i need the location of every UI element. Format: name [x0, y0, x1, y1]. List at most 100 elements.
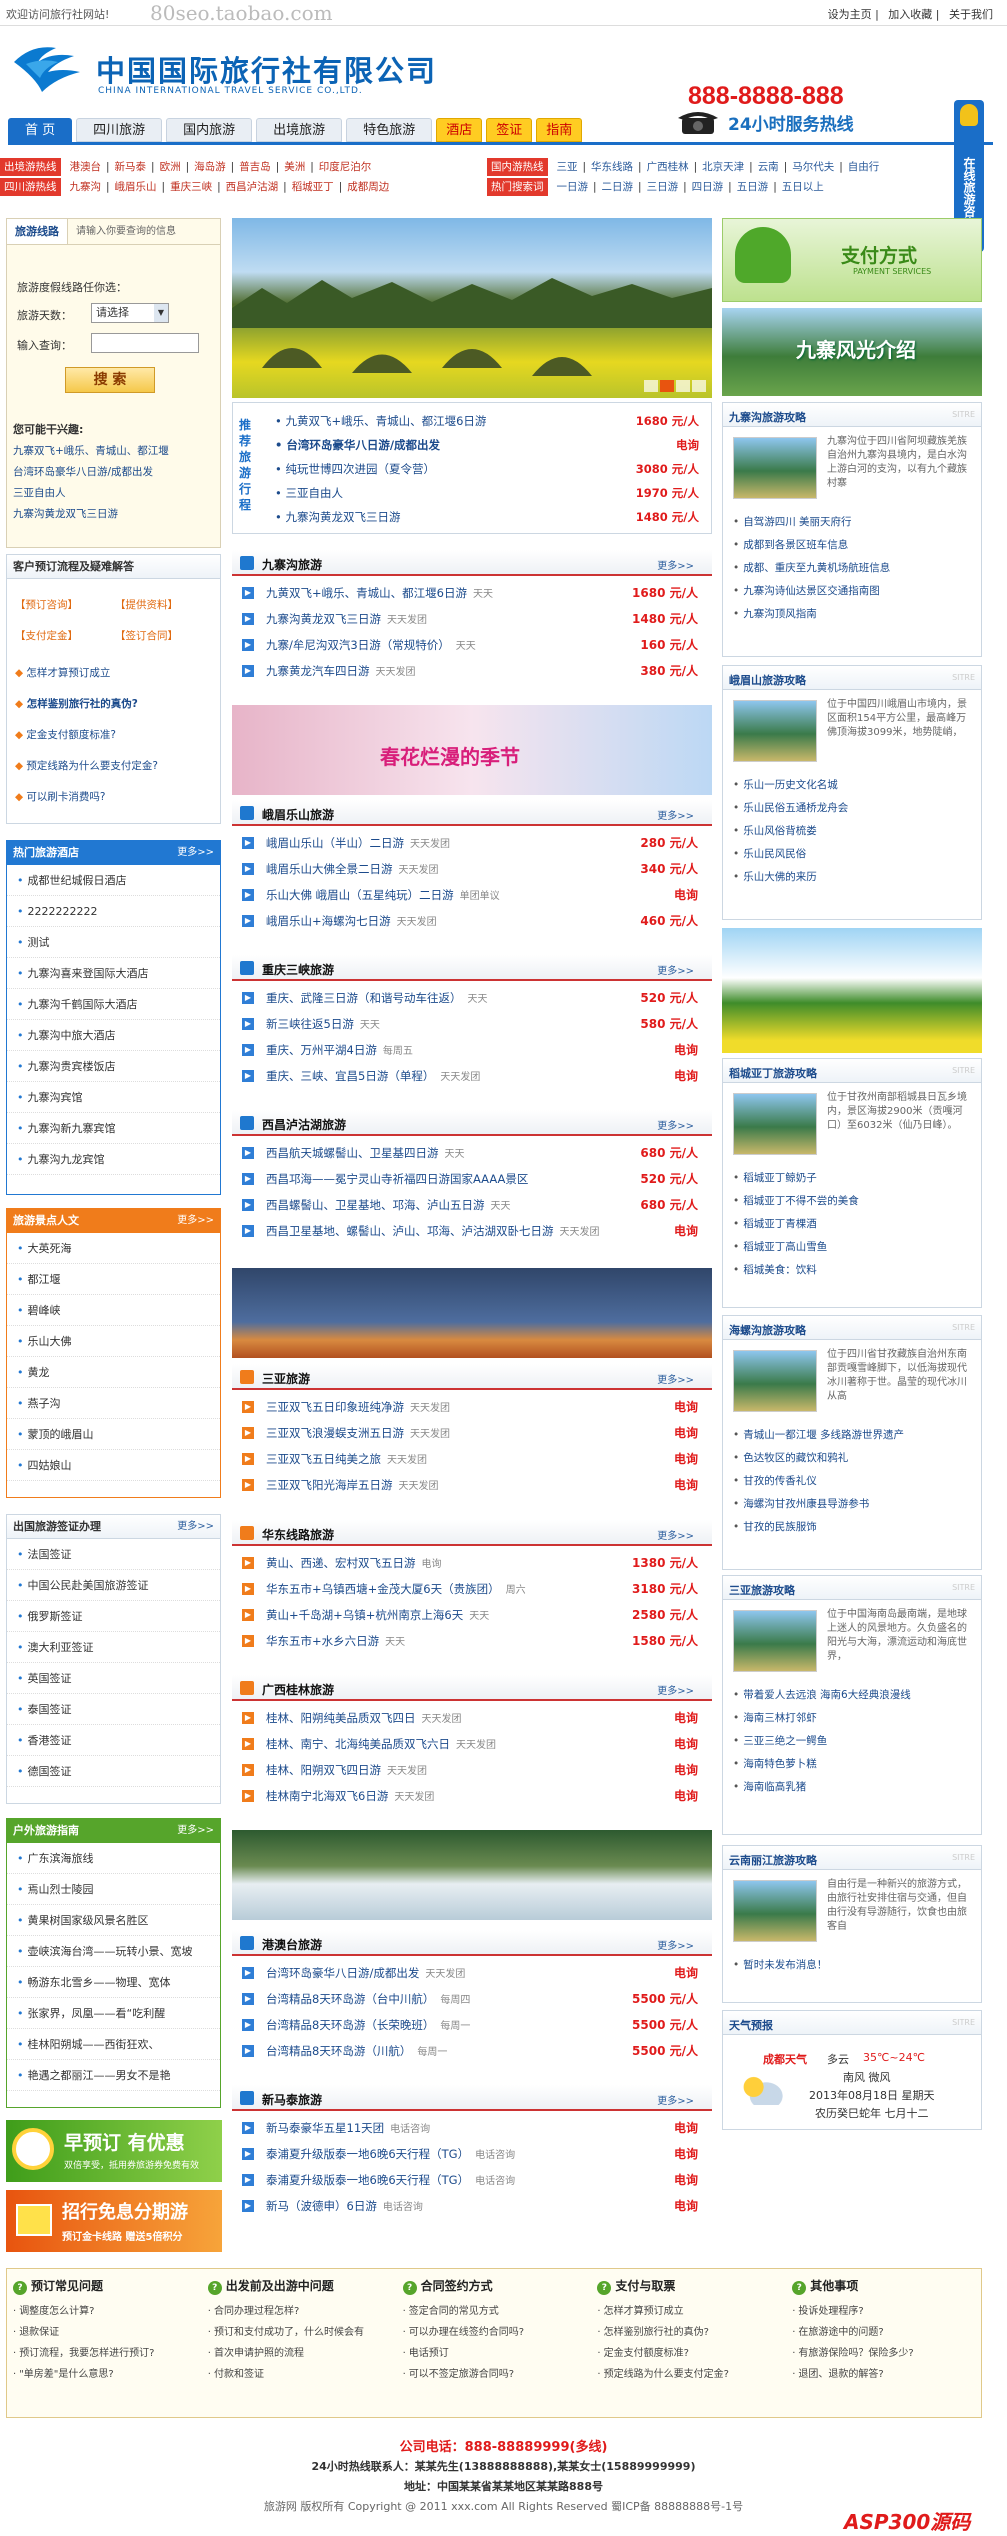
nav-special[interactable]: 特色旅游 — [346, 118, 433, 142]
guide-link[interactable]: 带着爱人去远浪 海南6大经典浪漫线 — [733, 1684, 973, 1707]
guide-link[interactable]: 乐山风俗背梳娄 — [733, 820, 973, 843]
guide-link[interactable]: 乐山大佛的来历 — [733, 866, 973, 889]
route-item[interactable]: ▶ 三亚双飞浪漫蜈支洲五日游 天天发团 电询 — [232, 1420, 712, 1446]
guide-link[interactable]: 三亚三绝之一鳄鱼 — [733, 1730, 973, 1753]
hero-banner[interactable] — [232, 218, 712, 398]
route-item[interactable]: ▶ 桂林、阳朔纯美品质双飞四日 天天发团 电询 — [232, 1705, 712, 1731]
interest-item[interactable]: 九寨沟黄龙双飞三日游 — [13, 504, 169, 525]
faq-item[interactable]: ◆ 怎样才算预订成立 — [15, 665, 215, 696]
hot-link[interactable]: 三亚 — [557, 158, 578, 176]
guide-photo[interactable] — [733, 1880, 817, 1942]
route-item[interactable]: ▶ 九黄双飞+峨乐、青城山、都江堰6日游 天天 1680 元/人 — [232, 580, 712, 606]
route-item[interactable]: ▶ 峨眉乐山大佛全景二日游 天天发团 340 元/人 — [232, 856, 712, 882]
tab-query[interactable]: 请输入你要查询的信息 — [68, 219, 184, 244]
days-select[interactable]: 请选择 ▼ — [91, 303, 169, 323]
section-more[interactable]: 更多>> — [657, 807, 694, 822]
hot-link[interactable]: 马尔代夫 — [792, 158, 834, 176]
hotel-item[interactable]: 九寨沟宾馆 — [7, 1082, 220, 1113]
route-item[interactable]: ▶ 台湾精品8天环岛游（台中川航） 每周四 5500 元/人 — [232, 1986, 712, 2012]
guide-link[interactable]: 青城山一都江堰 多线路游世界遗产 — [733, 1424, 973, 1447]
outdoor-item[interactable]: 艳遇之都丽江——男女不是艳 — [7, 2060, 220, 2091]
scenery-item[interactable]: 蒙顶的峨眉山 — [7, 1419, 220, 1450]
guide-link[interactable]: 自驾游四川 美丽天府行 — [733, 511, 973, 534]
route-item[interactable]: ▶ 三亚双飞五日纯美之旅 天天发团 电询 — [232, 1446, 712, 1472]
hot-link[interactable]: 广西桂林 — [647, 158, 689, 176]
hot-link[interactable]: 华东线路 — [591, 158, 633, 176]
outdoor-item[interactable]: 桂林阳朔城——西街狂欢、 — [7, 2029, 220, 2060]
route-item[interactable]: ▶ 台湾环岛豪华八日游/成都出发 天天发团 电询 — [232, 1960, 712, 1986]
guide-link[interactable]: 九寨沟诗仙达景区交通指南图 — [733, 580, 973, 603]
guide-link[interactable]: 甘孜的民族服饰 — [733, 1516, 973, 1539]
route-item[interactable]: ▶ 黄山+千岛湖+乌镇+杭州南京上海6天 天天 2580 元/人 — [232, 1602, 712, 1628]
section-more[interactable]: 更多>> — [657, 1527, 694, 1542]
faq-link[interactable]: 签定合同的常见方式 — [403, 2301, 586, 2322]
visa-item[interactable]: 英国签证 — [7, 1663, 220, 1694]
faq-link[interactable]: 怎样才算预订成立 — [597, 2301, 780, 2322]
visa-item[interactable]: 澳大利亚签证 — [7, 1632, 220, 1663]
guide-link[interactable]: 稻城美食：饮料 — [733, 1259, 973, 1282]
hotel-item[interactable]: 测试 — [7, 927, 220, 958]
visa-item[interactable]: 俄罗斯签证 — [7, 1601, 220, 1632]
section-more[interactable]: 更多>> — [657, 962, 694, 977]
outdoor-item[interactable]: 黄果树国家级风景名胜区 — [7, 1905, 220, 1936]
nav-hotel[interactable]: 酒店 — [436, 118, 483, 142]
section-more[interactable]: 更多>> — [657, 1682, 694, 1697]
outdoor-item[interactable]: 广东滨海旅线 — [7, 1843, 220, 1874]
hot-link[interactable]: 海岛游 — [194, 158, 226, 176]
pager-dot[interactable] — [676, 380, 690, 392]
process-provide[interactable]: 【提供资料】 — [115, 597, 215, 612]
scenery-item[interactable]: 大英死海 — [7, 1233, 220, 1264]
guide-photo[interactable] — [733, 437, 817, 499]
hot-link[interactable]: 普吉岛 — [239, 158, 271, 176]
hot-link[interactable]: 西昌泸沽湖 — [226, 178, 279, 196]
faq-item[interactable]: ◆ 预定线路为什么要支付定金? — [15, 758, 215, 789]
route-item[interactable]: ▶ 峨眉乐山+海螺沟七日游 天天发团 460 元/人 — [232, 908, 712, 934]
hotel-item[interactable]: 九寨沟千鹤国际大酒店 — [7, 989, 220, 1020]
hot-link[interactable]: 印度尼泊尔 — [319, 158, 372, 176]
guide-link[interactable]: 稻城亚丁鲸奶子 — [733, 1167, 973, 1190]
route-item[interactable]: ▶ 乐山大佛 峨眉山（五星纯玩）二日游 单团单议 电询 — [232, 882, 712, 908]
recommend-item[interactable]: • 九黄双飞+峨乐、青城山、都江堰6日游 1680 元/人 — [265, 409, 705, 433]
faq-link[interactable]: 调整度怎么计算? — [13, 2301, 196, 2322]
guide-link[interactable]: 色达牧区的藏饮和鸦礼 — [733, 1447, 973, 1470]
set-home-link[interactable]: 设为主页 — [828, 8, 872, 21]
route-item[interactable]: ▶ 重庆、武隆三日游（和谐号动车往返） 天天 520 元/人 — [232, 985, 712, 1011]
section-more[interactable]: 更多>> — [657, 2092, 694, 2107]
route-item[interactable]: ▶ 新马（波德申）6日游 电话咨询 电询 — [232, 2193, 712, 2219]
route-item[interactable]: ▶ 西昌卫星基地、螺髻山、泸山、邛海、泸沽湖双卧七日游 天天发团 电询 — [232, 1218, 712, 1244]
guide-link[interactable]: 稻城亚丁不得不尝的美食 — [733, 1190, 973, 1213]
route-item[interactable]: ▶ 西昌航天城螺髻山、卫星基四日游 天天 680 元/人 — [232, 1140, 712, 1166]
hotel-item[interactable]: 九寨沟九龙宾馆 — [7, 1144, 220, 1175]
route-item[interactable]: ▶ 三亚双飞阳光海岸五日游 天天发团 电询 — [232, 1472, 712, 1498]
route-item[interactable]: ▶ 新三峡往返5日游 天天 580 元/人 — [232, 1011, 712, 1037]
hot-link[interactable]: 成都周边 — [347, 178, 389, 196]
faq-link[interactable]: 退款保证 — [13, 2322, 196, 2343]
interest-item[interactable]: 三亚自由人 — [13, 483, 169, 504]
guide-link[interactable]: 海南临高乳猪 — [733, 1776, 973, 1799]
jiuzhai-banner[interactable]: 九寨风光介绍 — [722, 308, 982, 396]
lake-banner[interactable] — [232, 1268, 712, 1358]
guide-photo[interactable] — [733, 1610, 817, 1672]
nav-outbound[interactable]: 出境旅游 — [256, 118, 343, 142]
route-item[interactable]: ▶ 三亚双飞五日印象班纯净游 天天发团 电询 — [232, 1394, 712, 1420]
route-item[interactable]: ▶ 西昌邛海——冕宁灵山寺祈福四日游国家AAAA景区 520 元/人 — [232, 1166, 712, 1192]
hot-link[interactable]: 美洲 — [284, 158, 305, 176]
hotel-item[interactable]: 九寨沟喜来登国际大酒店 — [7, 958, 220, 989]
about-link[interactable]: 关于我们 — [949, 8, 993, 21]
scenery-item[interactable]: 都江堰 — [7, 1264, 220, 1295]
faq-link[interactable]: 预定线路为什么要支付定金? — [597, 2364, 780, 2385]
route-item[interactable]: ▶ 峨眉山乐山（半山）二日游 天天发团 280 元/人 — [232, 830, 712, 856]
scenery-item[interactable]: 碧峰峡 — [7, 1295, 220, 1326]
logo-title[interactable]: 中国国际旅行社有限公司 — [96, 48, 437, 90]
hotels-more[interactable]: 更多>> — [177, 841, 214, 865]
route-item[interactable]: ▶ 九寨沟黄龙双飞三日游 天天发团 1480 元/人 — [232, 606, 712, 632]
hotel-item[interactable]: 九寨沟中旅大酒店 — [7, 1020, 220, 1051]
section-more[interactable]: 更多>> — [657, 1937, 694, 1952]
hot-link[interactable]: 二日游 — [602, 178, 634, 196]
faq-link[interactable]: 电话预订 — [403, 2343, 586, 2364]
scenery-item[interactable]: 乐山大佛 — [7, 1326, 220, 1357]
visa-item[interactable]: 泰国签证 — [7, 1694, 220, 1725]
guide-link[interactable]: 乐山一历史文化名城 — [733, 774, 973, 797]
visa-item[interactable]: 法国签证 — [7, 1539, 220, 1570]
scenery-item[interactable]: 黄龙 — [7, 1357, 220, 1388]
